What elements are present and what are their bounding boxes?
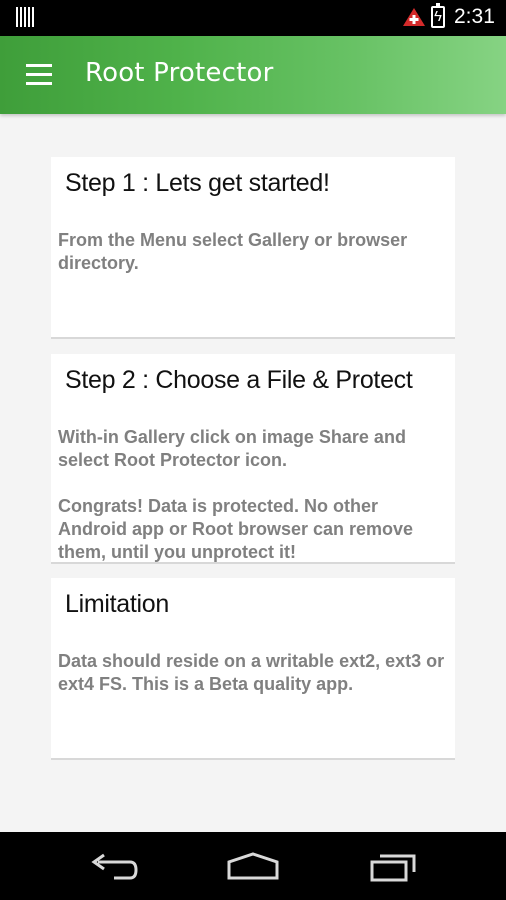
warning-icon (403, 8, 425, 26)
card-step-2: Step 2 : Choose a File & Protect With-in… (51, 354, 455, 564)
back-icon[interactable] (84, 848, 144, 884)
barcode-icon (16, 7, 34, 27)
card-limitation: Limitation Data should reside on a writa… (51, 578, 455, 760)
card-title: Step 1 : Lets get started! (65, 169, 330, 197)
card-step-1: Step 1 : Lets get started! From the Menu… (51, 157, 455, 339)
status-time: 2:31 (454, 5, 495, 28)
app-bar: Root Protector (0, 36, 506, 114)
recents-icon[interactable] (364, 848, 424, 884)
navigation-bar (0, 832, 506, 900)
home-icon[interactable] (223, 848, 283, 884)
card-body: With-in Gallery click on image Share and… (58, 427, 414, 562)
card-title: Step 2 : Choose a File & Protect (65, 366, 413, 394)
card-title: Limitation (65, 590, 169, 618)
card-body: Data should reside on a writable ext2, e… (58, 651, 445, 694)
app-title: Root Protector (85, 58, 274, 88)
battery-charging-icon: ϟ (431, 3, 445, 28)
status-bar: ϟ 2:31 (0, 0, 506, 36)
hamburger-menu-icon[interactable] (14, 54, 64, 96)
card-body: From the Menu select Gallery or browser … (58, 230, 408, 273)
